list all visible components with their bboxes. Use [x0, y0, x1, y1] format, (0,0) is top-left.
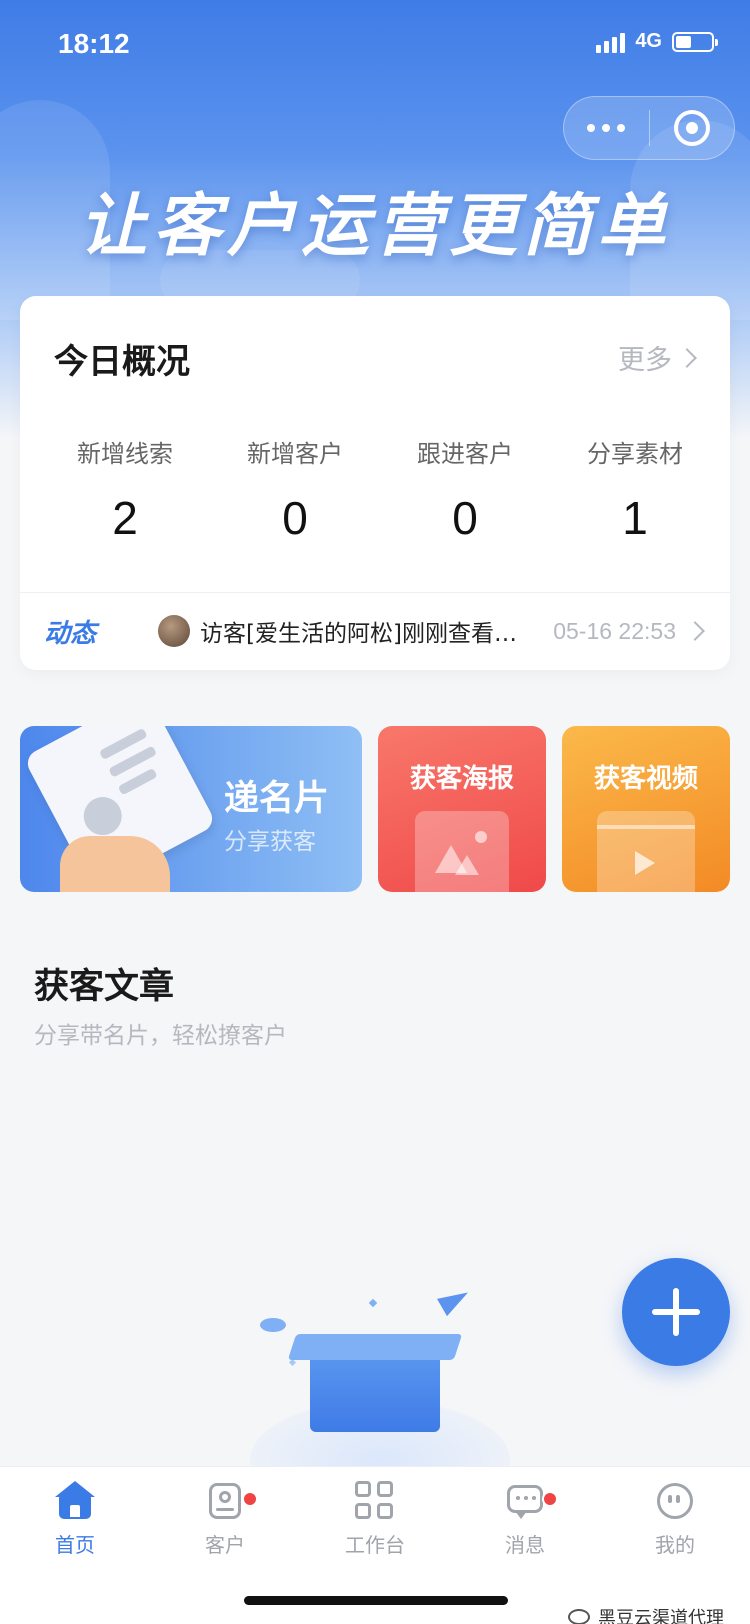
paper-plane-icon	[437, 1283, 473, 1317]
wechat-icon	[568, 1609, 590, 1624]
stat-label: 分享素材	[587, 440, 683, 468]
tab-workbench[interactable]: 工作台	[300, 1481, 450, 1567]
poster-tile[interactable]: 获客海报	[378, 726, 546, 892]
battery-icon	[672, 31, 718, 52]
status-icons: 4G	[596, 30, 718, 53]
stat-label: 跟进客户	[417, 440, 513, 468]
network-type: 4G	[635, 30, 662, 52]
tab-profile[interactable]: 我的	[600, 1481, 750, 1567]
banner-slogan: 让客户运营更简单	[78, 187, 671, 266]
stat-shared-materials[interactable]: 分享素材 1	[550, 434, 720, 545]
tab-messages[interactable]: 消息	[450, 1481, 600, 1567]
workbench-icon	[355, 1481, 395, 1521]
video-play-icon	[597, 811, 695, 892]
stat-label: 新增客户	[247, 440, 343, 468]
share-card-title: 递名片	[224, 779, 330, 819]
add-button[interactable]	[622, 1258, 730, 1366]
stat-value: 1	[622, 492, 648, 544]
status-bar: 18:12 4G	[0, 0, 750, 90]
empty-box-illustration	[230, 1283, 530, 1520]
message-icon	[505, 1481, 545, 1521]
share-card-subtitle: 分享获客	[224, 829, 316, 855]
signal-icon	[596, 31, 626, 53]
close-miniprogram-button[interactable]	[650, 96, 735, 160]
customer-icon	[205, 1481, 245, 1521]
video-tile[interactable]: 获客视频	[562, 726, 730, 892]
home-icon	[55, 1481, 95, 1521]
tab-label: 客户	[205, 1533, 245, 1557]
visitor-avatar	[158, 615, 190, 647]
more-label: 更多	[618, 345, 672, 376]
stat-value: 0	[282, 492, 308, 544]
more-options-button[interactable]	[564, 96, 649, 160]
watermark-text: 黑豆云渠道代理	[598, 1608, 724, 1624]
video-title: 获客视频	[593, 764, 698, 794]
activity-text: 访客[爱生活的阿松]刚刚查看…	[200, 621, 517, 647]
tab-label: 首页	[55, 1533, 95, 1557]
stats-row: 新增线索 2 新增客户 0 跟进客户 0 分享素材 1	[40, 434, 720, 545]
stat-new-customers[interactable]: 新增客户 0	[210, 434, 380, 545]
chevron-right-icon	[677, 347, 697, 368]
stat-value: 0	[452, 492, 478, 544]
overview-title: 今日概况	[54, 342, 190, 382]
activity-tag: 动态	[44, 618, 97, 649]
chevron-right-icon	[685, 621, 705, 641]
tab-customers[interactable]: 客户	[150, 1481, 300, 1567]
articles-title: 获客文章	[34, 967, 175, 1007]
activity-time: 05-16 22:53	[553, 617, 676, 644]
tab-label: 消息	[505, 1533, 545, 1557]
tab-label: 我的	[655, 1533, 695, 1557]
stat-new-leads[interactable]: 新增线索 2	[40, 434, 210, 545]
stat-label: 新增线索	[77, 440, 173, 468]
notification-badge	[242, 1491, 258, 1507]
status-time: 18:12	[58, 28, 130, 59]
tab-home[interactable]: 首页	[0, 1481, 150, 1567]
watermark: 黑豆云渠道代理	[568, 1604, 724, 1624]
activity-time-wrap: 05-16 22:53	[553, 617, 705, 645]
notification-badge	[542, 1491, 558, 1507]
tab-label: 工作台	[345, 1533, 405, 1557]
hand-illustration	[60, 836, 170, 892]
stat-followup-customers[interactable]: 跟进客户 0	[380, 434, 550, 545]
stat-value: 2	[112, 492, 138, 544]
profile-icon	[655, 1481, 695, 1521]
poster-title: 获客海报	[409, 764, 514, 794]
activity-feed-row[interactable]: 动态 访客[爱生活的阿松]刚刚查看… 05-16 22:53	[44, 592, 705, 670]
miniprogram-capsule	[563, 96, 735, 160]
close-icon	[673, 110, 710, 146]
image-icon	[415, 811, 509, 892]
share-card-tile[interactable]: 递名片 分享获客	[20, 726, 362, 892]
overview-card: 今日概况 更多 新增线索 2 新增客户 0 跟进客户 0 分享素材 1 动态 访…	[20, 296, 730, 670]
home-indicator	[244, 1596, 508, 1605]
overview-more-link[interactable]: 更多	[618, 338, 697, 377]
articles-subtitle: 分享带名片，轻松撩客户	[34, 1023, 287, 1049]
